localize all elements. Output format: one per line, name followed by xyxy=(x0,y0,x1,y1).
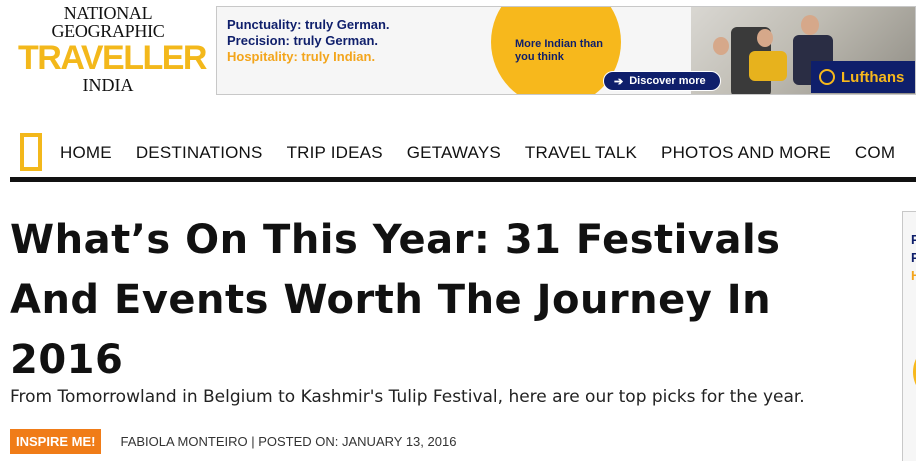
sidebar-ad-text-3: H xyxy=(911,268,916,283)
nav-item-photos-and-more[interactable]: PHOTOS AND MORE xyxy=(661,143,831,163)
sidebar-ad-text-1: P xyxy=(911,232,916,247)
article-byline: FABIOLA MONTEIRO | POSTED ON: JANUARY 13… xyxy=(120,434,457,449)
ad-brand: Lufthans xyxy=(811,61,915,93)
nav-item-trip-ideas[interactable]: TRIP IDEAS xyxy=(287,143,383,163)
article-meta: INSPIRE ME! FABIOLA MONTEIRO | POSTED ON… xyxy=(10,429,456,454)
logo-line-geographic: GEOGRAPHIC xyxy=(51,21,165,41)
nav-item-travel-talk[interactable]: TRAVEL TALK xyxy=(525,143,637,163)
nav-item-community[interactable]: COM xyxy=(855,143,895,163)
category-badge[interactable]: INSPIRE ME! xyxy=(10,429,102,454)
main-nav: HOME DESTINATIONS TRIP IDEAS GETAWAYS TR… xyxy=(60,143,916,163)
ad-photo-passenger xyxy=(713,37,729,55)
article-headline: What’s On This Year: 31 Festivals And Ev… xyxy=(10,217,781,383)
arrow-right-icon: ➔ xyxy=(614,75,624,88)
nav-item-destinations[interactable]: DESTINATIONS xyxy=(136,143,263,163)
natgeo-yellow-border-icon xyxy=(20,133,42,171)
ad-brand-name: Lufthans xyxy=(841,68,905,86)
article-dek: From Tomorrowland in Belgium to Kashmir'… xyxy=(10,387,805,407)
ad-tagline-precision: Precision: truly German. xyxy=(227,33,378,48)
ad-photo-passenger-2-shirt xyxy=(749,51,787,81)
discover-more-label: Discover more xyxy=(629,75,706,87)
discover-more-button[interactable]: ➔ Discover more xyxy=(603,71,721,91)
ad-tagline-hospitality: Hospitality: truly Indian. xyxy=(227,49,376,64)
ad-tagline-punctuality: Punctuality: truly German. xyxy=(227,17,390,32)
logo-line-traveller: TRAVELLER xyxy=(18,39,207,77)
nav-item-getaways[interactable]: GETAWAYS xyxy=(407,143,501,163)
nav-item-home[interactable]: HOME xyxy=(60,143,112,163)
banner-ad[interactable]: Punctuality: truly German. Precision: tr… xyxy=(216,6,916,95)
crane-logo-icon xyxy=(819,69,835,85)
ad-sun-text: More Indian than you think xyxy=(515,38,603,63)
logo-line-national: NATIONAL xyxy=(63,3,153,23)
site-logo[interactable]: NATIONAL GEOGRAPHIC TRAVELLER INDIA xyxy=(18,3,207,95)
ad-photo-passenger-2 xyxy=(757,29,773,47)
logo-line-india: INDIA xyxy=(82,75,134,95)
ad-photo-crew xyxy=(801,15,819,35)
nav-divider xyxy=(10,177,916,182)
sidebar-ad-text-2: P xyxy=(911,250,916,265)
sidebar-ad[interactable]: P P H xyxy=(902,211,916,461)
